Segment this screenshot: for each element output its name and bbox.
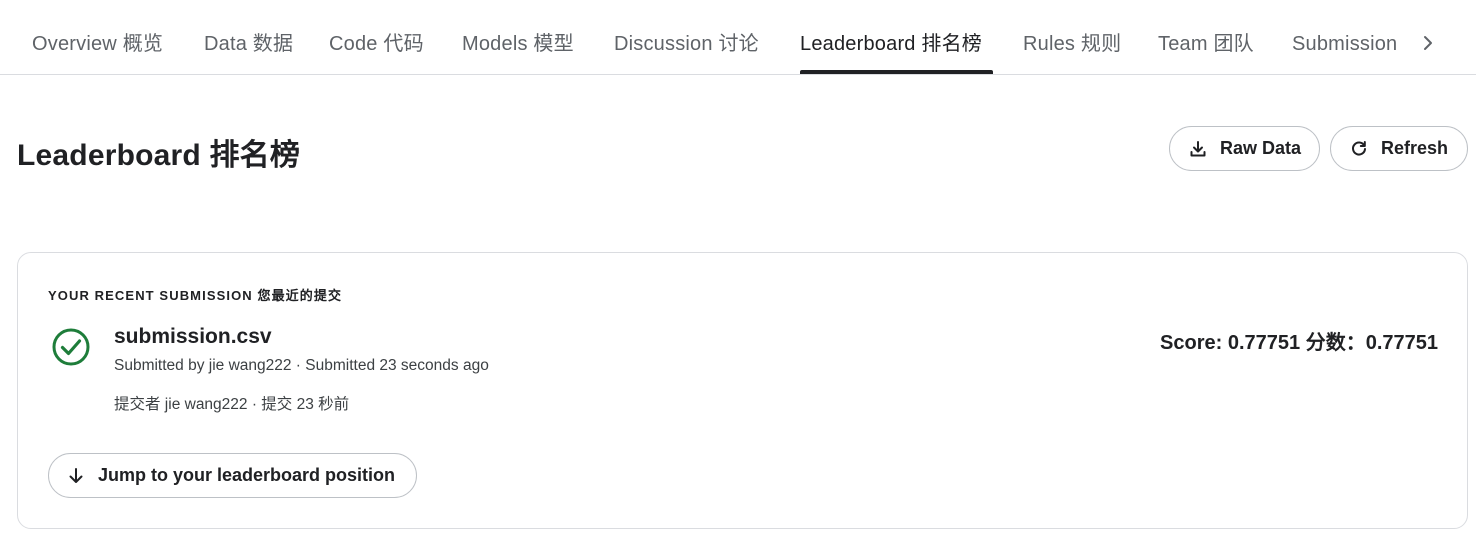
tab-submission[interactable]: Submission	[1292, 0, 1397, 75]
active-tab-indicator	[800, 70, 993, 74]
tab-models[interactable]: Models 模型	[462, 0, 574, 75]
submission-score: Score: 0.77751 分数：0.77751	[1160, 332, 1438, 354]
refresh-label: Refresh	[1381, 138, 1449, 158]
jump-to-position-button[interactable]: Jump to your leaderboard position	[48, 453, 417, 498]
tab-rules[interactable]: Rules 规则	[1023, 0, 1121, 75]
tab-leaderboard[interactable]: Leaderboard 排名榜	[800, 0, 982, 75]
tab-data[interactable]: Data 数据	[204, 0, 293, 75]
raw-data-label: Raw Data	[1220, 138, 1302, 158]
refresh-icon	[1349, 139, 1369, 159]
submission-meta-en: Submitted by jie wang222 · Submitted 23 …	[114, 357, 489, 374]
tab-team[interactable]: Team 团队	[1158, 0, 1254, 75]
page-title: Leaderboard 排名榜	[17, 139, 301, 172]
check-circle-icon	[51, 327, 91, 367]
submission-file-name[interactable]: submission.csv	[114, 325, 272, 349]
refresh-button[interactable]: Refresh	[1330, 126, 1468, 171]
submission-meta-zh: 提交者 jie wang222 · 提交 23 秒前	[114, 396, 350, 413]
tab-overview[interactable]: Overview 概览	[32, 0, 163, 75]
download-icon	[1188, 139, 1208, 159]
recent-submission-heading: YOUR RECENT SUBMISSION 您最近的提交	[48, 288, 343, 303]
tab-code[interactable]: Code 代码	[329, 0, 424, 75]
tab-discussion[interactable]: Discussion 讨论	[614, 0, 759, 75]
arrow-down-icon	[66, 466, 86, 486]
jump-to-position-label: Jump to your leaderboard position	[98, 465, 396, 485]
tab-bar: Overview 概览 Data 数据 Code 代码 Models 模型 Di…	[0, 0, 1476, 75]
raw-data-button[interactable]: Raw Data	[1169, 126, 1320, 171]
recent-submission-card: YOUR RECENT SUBMISSION 您最近的提交 submission…	[17, 252, 1468, 529]
chevron-right-icon[interactable]	[1416, 30, 1440, 56]
